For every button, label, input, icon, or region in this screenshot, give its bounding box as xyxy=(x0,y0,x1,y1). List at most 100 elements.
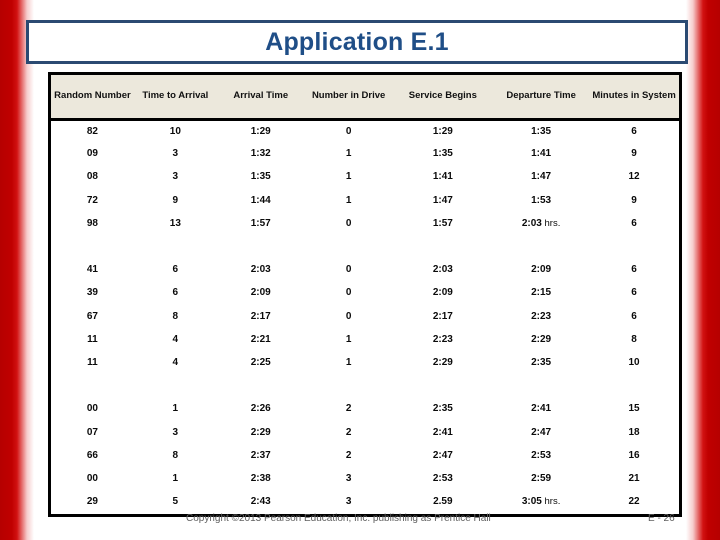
row-group-spacer xyxy=(51,235,679,258)
cell-arrival-time: 2:03 xyxy=(250,264,271,276)
left-red-band xyxy=(0,0,34,540)
table-row: 09 3 1:32 1 1:35 1:41 9 xyxy=(51,143,679,166)
cell-service-begins: 2:09 xyxy=(432,287,453,299)
cell-departure-time: 2:41 xyxy=(531,403,552,415)
page-number: E - 26 xyxy=(648,512,675,524)
table-header-row: Random Number Time to Arrival Arrival Ti… xyxy=(51,72,679,121)
cell-random-number: 98 xyxy=(86,217,98,229)
table-row: 11 4 2:21 1 2:23 2:29 8 xyxy=(51,328,679,351)
cell-number-in-drive: 2 xyxy=(345,426,352,438)
slide-footer: Copyright ©2013 Pearson Education, Inc. … xyxy=(0,508,720,528)
column-header-departure-time: Departure Time xyxy=(493,72,590,121)
cell-arrival-time: 2:26 xyxy=(250,403,271,415)
cell-minutes-in-system: 12 xyxy=(628,171,640,183)
cell-time-to-arrival: 4 xyxy=(172,356,179,368)
cell-service-begins: 2:23 xyxy=(432,333,453,345)
column-header-random-number: Random Number xyxy=(51,72,134,121)
table-header: Random Number Time to Arrival Arrival Ti… xyxy=(51,72,679,121)
cell-random-number: 11 xyxy=(87,356,98,368)
cell-service-begins: 2:47 xyxy=(432,449,453,461)
cell-number-in-drive: 1 xyxy=(345,194,352,206)
cell-minutes-in-system: 9 xyxy=(631,148,637,160)
cell-random-number: 82 xyxy=(86,125,98,137)
cell-service-begins: 1:41 xyxy=(432,171,453,183)
simulation-table: Random Number Time to Arrival Arrival Ti… xyxy=(51,72,679,514)
simulation-table-container: Random Number Time to Arrival Arrival Ti… xyxy=(48,72,682,517)
cell-minutes-in-system: 6 xyxy=(631,310,637,322)
cell-time-to-arrival: 1 xyxy=(172,403,179,415)
cell-arrival-time: 2:29 xyxy=(250,426,271,438)
cell-service-begins: 1:57 xyxy=(432,217,453,229)
cell-random-number: 66 xyxy=(86,449,98,461)
cell-minutes-in-system: 6 xyxy=(631,217,637,229)
cell-random-number: 09 xyxy=(86,148,98,160)
row-group-spacer xyxy=(51,375,679,398)
cell-number-in-drive: 0 xyxy=(345,287,352,299)
table-row: 00 1 2:38 3 2:53 2:59 21 xyxy=(51,467,679,490)
right-red-band xyxy=(686,0,720,540)
table-row: 08 3 1:35 1 1:41 1:47 12 xyxy=(51,166,679,189)
cell-random-number: 67 xyxy=(86,310,98,322)
cell-departure-time: 2:03 hrs. xyxy=(521,217,561,229)
cell-service-begins: 2:03 xyxy=(432,264,453,276)
cell-number-in-drive: 0 xyxy=(345,264,352,276)
cell-departure-time: 1:41 xyxy=(531,148,552,160)
cell-service-begins: 1:29 xyxy=(432,125,453,137)
cell-time-to-arrival: 3 xyxy=(172,171,179,183)
cell-departure-time: 2:09 xyxy=(531,264,552,276)
copyright-notice: Copyright ©2013 Pearson Education, Inc. … xyxy=(186,512,491,524)
cell-minutes-in-system: 8 xyxy=(631,333,637,345)
cell-number-in-drive: 0 xyxy=(345,125,352,137)
cell-service-begins: 2:35 xyxy=(432,403,453,415)
cell-minutes-in-system: 6 xyxy=(631,264,637,276)
table-row: 39 6 2:09 0 2:09 2:15 6 xyxy=(51,282,679,305)
table-row: 11 4 2:25 1 2:29 2:35 10 xyxy=(51,351,679,374)
cell-time-to-arrival: 8 xyxy=(172,310,179,322)
cell-random-number: 07 xyxy=(86,426,98,438)
cell-minutes-in-system: 15 xyxy=(628,403,640,415)
cell-arrival-time: 2:25 xyxy=(250,356,271,368)
table-row: 67 8 2:17 0 2:17 2:23 6 xyxy=(51,305,679,328)
departure-time-unit: hrs. xyxy=(541,217,561,229)
cell-departure-time: 1:35 xyxy=(531,125,552,137)
cell-minutes-in-system: 10 xyxy=(628,356,640,368)
cell-time-to-arrival: 9 xyxy=(172,194,179,206)
table-row: 72 9 1:44 1 1:47 1:53 9 xyxy=(51,189,679,212)
cell-departure-time: 2:47 xyxy=(531,426,552,438)
column-header-number-in-drive: Number in Drive xyxy=(304,72,393,121)
row-group-spacer-cell xyxy=(51,375,679,398)
cell-time-to-arrival: 3 xyxy=(172,148,179,160)
cell-service-begins: 1:35 xyxy=(432,148,453,160)
cell-time-to-arrival: 13 xyxy=(169,217,181,229)
cell-minutes-in-system: 21 xyxy=(628,472,640,484)
table-row: 82 10 1:29 0 1:29 1:35 6 xyxy=(51,120,679,143)
cell-arrival-time: 2:17 xyxy=(250,310,271,322)
cell-arrival-time: 1:29 xyxy=(250,125,271,137)
cell-departure-time: 2:23 xyxy=(531,310,552,322)
title-box: Application E.1 xyxy=(26,20,688,64)
cell-minutes-in-system: 6 xyxy=(631,287,637,299)
column-header-time-to-arrival: Time to Arrival xyxy=(133,72,217,121)
table-row: 00 1 2:26 2 2:35 2:41 15 xyxy=(51,398,679,421)
cell-number-in-drive: 1 xyxy=(345,148,352,160)
cell-random-number: 39 xyxy=(86,287,98,299)
cell-random-number: 72 xyxy=(86,194,98,206)
table-row: 98 13 1:57 0 1:57 2:03 hrs. 6 xyxy=(51,212,679,235)
cell-random-number: 00 xyxy=(86,403,98,415)
cell-number-in-drive: 3 xyxy=(345,472,352,484)
cell-minutes-in-system: 6 xyxy=(631,125,637,137)
cell-service-begins: 2:17 xyxy=(432,310,453,322)
cell-random-number: 08 xyxy=(86,171,98,183)
cell-departure-time: 2:35 xyxy=(531,356,552,368)
cell-arrival-time: 2:38 xyxy=(250,472,271,484)
cell-service-begins: 2:41 xyxy=(432,426,453,438)
cell-service-begins: 2:29 xyxy=(432,356,453,368)
cell-departure-time: 2:15 xyxy=(531,287,552,299)
cell-number-in-drive: 2 xyxy=(345,403,352,415)
cell-time-to-arrival: 6 xyxy=(172,264,179,276)
cell-departure-time: 2:59 xyxy=(531,472,552,484)
cell-time-to-arrival: 8 xyxy=(172,449,179,461)
cell-number-in-drive: 1 xyxy=(345,171,352,183)
column-header-service-begins: Service Begins xyxy=(392,72,494,121)
cell-arrival-time: 2:37 xyxy=(250,449,271,461)
